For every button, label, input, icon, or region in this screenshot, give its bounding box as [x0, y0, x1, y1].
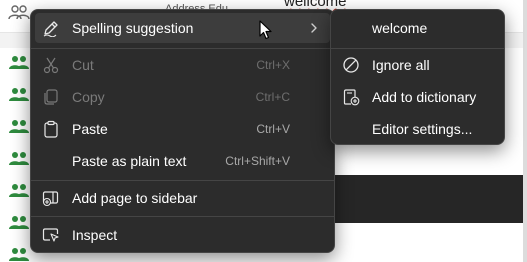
dictionary-add-icon: [342, 88, 360, 106]
menu-item-label: Editor settings...: [372, 121, 473, 137]
menu-item-label: Paste: [72, 121, 108, 137]
menu-item-label: Inspect: [72, 227, 118, 243]
browser-page: Address Edu wellcome: [0, 0, 527, 262]
people-icon: [8, 246, 30, 262]
spelling-submenu: welcome Ignore all Add to dictionary Edi…: [330, 9, 505, 145]
people-icon: [8, 150, 30, 166]
people-icon: [8, 214, 30, 230]
people-icon: [8, 54, 30, 70]
menu-item-label: Spelling suggestion: [72, 20, 194, 36]
ignore-circle-icon: [342, 56, 360, 74]
menu-item-cut[interactable]: Cut Ctrl+X: [35, 50, 330, 80]
group-icon: [8, 4, 30, 20]
submenu-item-add-to-dictionary[interactable]: Add to dictionary: [335, 82, 500, 112]
chevron-right-icon: [308, 21, 320, 35]
inspect-icon: [42, 226, 60, 244]
menu-item-label: Ignore all: [372, 57, 430, 73]
submenu-item-editor-settings[interactable]: Editor settings...: [335, 114, 500, 144]
menu-item-label: Copy: [72, 89, 105, 105]
shortcut-text: Ctrl+Shift+V: [225, 154, 290, 168]
clipboard-icon: [42, 120, 60, 138]
submenu-item-ignore-all[interactable]: Ignore all: [335, 50, 500, 80]
menu-item-label: Add page to sidebar: [72, 190, 198, 206]
menu-item-label: Add to dictionary: [372, 89, 477, 105]
menu-item-paste[interactable]: Paste Ctrl+V: [35, 114, 330, 144]
context-menu: Spelling suggestion Cut Ctrl+X Copy Ctrl…: [30, 9, 335, 253]
dark-panel: [330, 175, 527, 223]
menu-item-spelling-suggestion[interactable]: Spelling suggestion: [35, 13, 330, 43]
mouse-pointer-icon: [259, 20, 273, 42]
menu-item-label: Cut: [72, 57, 94, 73]
shortcut-text: Ctrl+C: [255, 90, 290, 104]
menu-item-label: Paste as plain text: [72, 153, 187, 169]
menu-item-inspect[interactable]: Inspect: [35, 220, 330, 250]
copy-icon: [42, 88, 60, 106]
menu-separator: [31, 180, 334, 181]
menu-item-paste-plain-text[interactable]: Paste as plain text Ctrl+Shift+V: [35, 146, 330, 176]
shortcut-text: Ctrl+V: [256, 122, 290, 136]
menu-separator: [31, 48, 334, 49]
menu-separator: [331, 48, 504, 49]
people-icon: [8, 118, 30, 134]
suggestion-label: welcome: [372, 20, 428, 36]
menu-item-add-page-to-sidebar[interactable]: Add page to sidebar: [35, 183, 330, 213]
menu-item-copy[interactable]: Copy Ctrl+C: [35, 82, 330, 112]
shortcut-text: Ctrl+X: [256, 58, 290, 72]
scrollbar[interactable]: [523, 0, 527, 262]
sidebar-add-icon: [42, 189, 60, 207]
scissors-icon: [42, 56, 60, 74]
submenu-item-suggestion[interactable]: welcome: [335, 13, 500, 43]
people-icon: [8, 86, 30, 102]
menu-separator: [31, 216, 334, 217]
spelling-pen-icon: [42, 19, 60, 37]
people-icon: [8, 182, 30, 198]
